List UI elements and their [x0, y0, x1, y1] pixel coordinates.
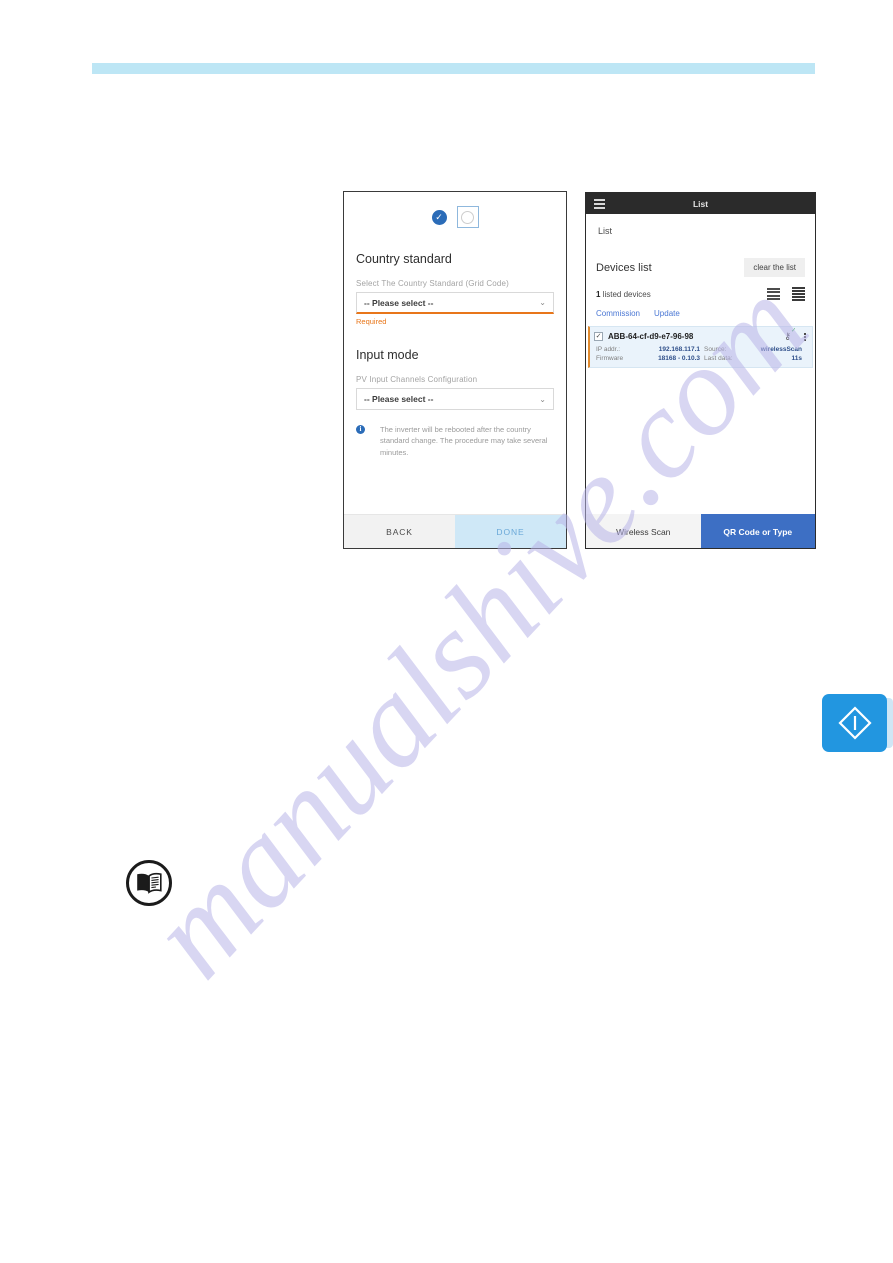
view-toggle-group: [767, 287, 805, 301]
device-field-value: 192.168.117.1: [658, 346, 700, 353]
diamond-exclamation-icon: [822, 694, 887, 752]
wizard-body: ✓ Country standard Select The Country St…: [344, 192, 566, 504]
page-header-rule: [92, 63, 815, 74]
device-count-row: 1 listed devices: [586, 277, 815, 301]
kebab-menu-icon[interactable]: [804, 332, 806, 341]
device-count-suffix: listed devices: [600, 289, 651, 299]
country-standard-select[interactable]: -- Please select -- ⌄: [356, 292, 554, 314]
device-list-item[interactable]: ✓ ABB-64-cf-d9-e7-96-98 ⚷ ✓ IP addr.: 19…: [588, 326, 813, 368]
clear-the-list-button[interactable]: clear the list: [744, 258, 805, 277]
step-indicator-group: ✓: [356, 192, 554, 238]
device-checkbox[interactable]: ✓: [594, 332, 603, 341]
breadcrumb: List: [598, 226, 613, 236]
devices-list-title: Devices list: [596, 261, 652, 274]
wireless-scan-button[interactable]: Wireless Scan: [586, 514, 701, 548]
device-field-value: wirelessScan: [760, 346, 802, 353]
chevron-down-icon: ⌄: [539, 298, 546, 307]
device-field-key: IP addr.:: [596, 346, 621, 353]
chevron-down-icon: ⌄: [539, 394, 546, 404]
list-detailed-icon[interactable]: [792, 287, 805, 301]
device-field-value: 11s: [791, 355, 803, 362]
country-standard-field-label: Select The Country Standard (Grid Code): [356, 279, 509, 288]
done-button[interactable]: DONE: [455, 515, 566, 548]
action-tab-row: Commission Update: [586, 301, 815, 318]
check-icon: ✓: [435, 211, 443, 222]
step-indicator-current[interactable]: [456, 206, 479, 228]
step-indicator-completed[interactable]: ✓: [431, 209, 447, 225]
device-item-header: ✓ ABB-64-cf-d9-e7-96-98 ⚷ ✓: [594, 328, 806, 342]
app-title: List: [692, 198, 709, 209]
pv-input-channels-field-label: PV Input Channels Configuration: [356, 375, 478, 384]
app-top-bar: List: [586, 193, 815, 214]
qr-code-or-type-button[interactable]: QR Code or Type: [700, 514, 815, 548]
listed-devices-count: 1 listed devices: [596, 290, 651, 299]
country-standard-heading: Country standard: [356, 252, 452, 266]
device-field-key: Source:: [704, 346, 727, 353]
country-standard-required-message: Required: [356, 317, 387, 326]
device-name: ABB-64-cf-d9-e7-96-98: [608, 332, 694, 341]
key-status-check-icon: ✓: [790, 328, 796, 334]
tab-update[interactable]: Update: [654, 309, 680, 318]
list-compact-icon[interactable]: [767, 287, 780, 301]
reboot-info-note: i The inverter will be rebooted after th…: [356, 424, 554, 458]
watermark: manualshive.com: [0, 0, 893, 1263]
pv-input-channels-select[interactable]: -- Please select -- ⌄: [356, 388, 554, 410]
info-icon: i: [356, 425, 365, 434]
mobile-app-screenshot: List List Devices list clear the list 1 …: [585, 192, 816, 549]
tab-commission[interactable]: Commission: [596, 309, 640, 318]
input-mode-heading: Input mode: [356, 348, 419, 362]
reboot-info-text: The inverter will be rebooted after the …: [380, 425, 548, 457]
circle-outline-icon: [461, 210, 474, 224]
device-field-key: Firmware: [596, 355, 624, 362]
pv-input-channels-select-value: -- Please select --: [364, 394, 434, 404]
device-field-value: 18168 - 0.10.3: [658, 355, 700, 362]
back-button[interactable]: BACK: [344, 515, 455, 548]
app-screen: List Devices list clear the list 1 liste…: [586, 214, 815, 548]
wizard-footer: BACK DONE: [344, 514, 566, 548]
country-standard-select-value: -- Please select --: [364, 297, 434, 308]
key-icon[interactable]: ⚷ ✓: [784, 328, 796, 342]
device-detail-grid: IP addr.: 192.168.117.1 Source: wireless…: [594, 346, 806, 362]
device-field-key: Last data:: [704, 355, 733, 362]
open-book-icon: [126, 860, 172, 906]
country-standard-wizard-card: ✓ Country standard Select The Country St…: [343, 191, 567, 549]
devices-list-header: Devices list clear the list: [586, 236, 815, 277]
app-footer: Wireless Scan QR Code or Type: [586, 514, 815, 548]
